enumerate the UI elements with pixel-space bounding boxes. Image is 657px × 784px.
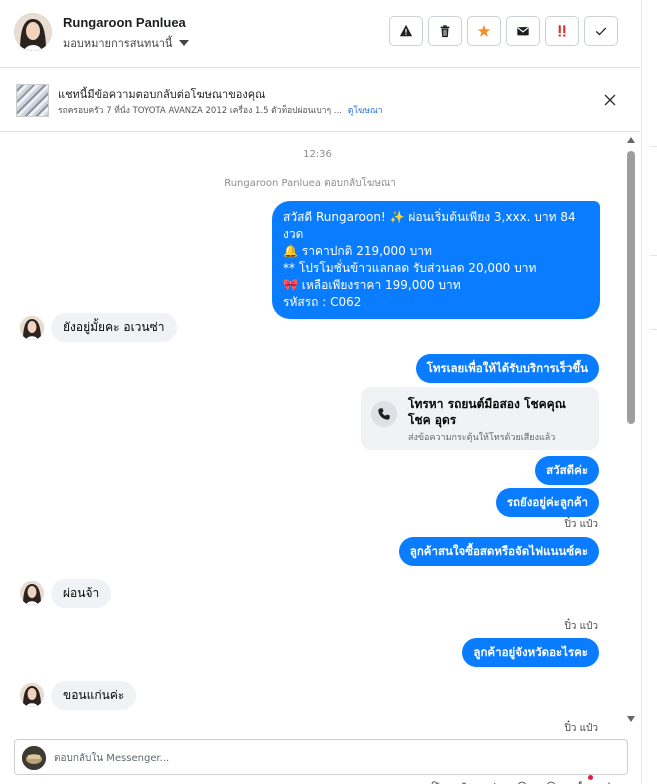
scroll-up-arrow-icon[interactable] [627, 137, 635, 143]
outgoing-message[interactable]: รถยังอยู่ค่ะลูกค้า [495, 488, 599, 517]
promo-line: สวัสดี Rungaroon! ✨ ผ่อนเริ่มต้นเพียง 3,… [283, 210, 576, 241]
notification-dot [588, 775, 593, 780]
divider [650, 146, 657, 147]
incoming-message[interactable]: ขอนแก่นค่ะ [51, 681, 137, 710]
seen-indicator: ปิ๋ว แป๋ว [564, 723, 598, 733]
chat-scrollbar[interactable] [625, 137, 637, 727]
divider [650, 329, 657, 330]
incoming-message[interactable]: ผ่อนจ้า [51, 579, 112, 608]
page-avatar [22, 746, 46, 770]
scroll-down-arrow-icon[interactable] [627, 716, 635, 722]
outgoing-message[interactable]: ลูกค้าอยู่จังหวัดอะไรคะ [462, 638, 599, 667]
bag-icon[interactable] [457, 776, 471, 784]
done-button[interactable] [584, 16, 618, 46]
assign-conversation-dropdown[interactable]: มอบหมายการสนทนานี้ [63, 34, 190, 52]
delete-button[interactable] [428, 16, 462, 46]
right-panel-edge [641, 0, 657, 784]
ad-banner-subtitle: รถครอบครัว 7 ที่นั่ง TOYOTA AVANZA 2012 … [58, 103, 383, 117]
mark-unread-button[interactable] [506, 16, 540, 46]
contact-avatar[interactable] [14, 13, 52, 51]
header-actions [389, 16, 618, 46]
contact-avatar-small[interactable] [20, 316, 44, 340]
contact-avatar-small[interactable] [20, 581, 44, 605]
outgoing-promo-message[interactable]: สวัสดี Rungaroon! ✨ ผ่อนเริ่มต้นเพียง 3,… [272, 201, 600, 319]
ad-thumbnail[interactable] [16, 84, 49, 117]
system-note: Rungaroon Panluea ตอบกลับโฆษณา [224, 178, 396, 189]
like-icon[interactable] [573, 776, 587, 784]
call-card-subtitle: ส่งข้อความกระตุ้นให้โทรด้วยเสียงแล้ว [408, 433, 556, 443]
attachment-icon[interactable] [486, 776, 500, 784]
outgoing-message[interactable]: โทรเลยเพื่อให้ได้รับบริการเร็วขึ้น [415, 354, 599, 383]
promo-line: 🎀 เหลือเพียงราคา 199,000 บาท [283, 278, 461, 292]
seen-indicator: ปิ๋ว แป๋ว [564, 621, 598, 632]
spam-button[interactable] [545, 16, 579, 46]
call-card-title: โทรหา รถยนต์มือสอง โชคคุณโชค อุดร [408, 397, 566, 427]
star-icon [477, 24, 491, 37]
close-icon [604, 94, 616, 106]
message-timestamp: 12:36 [303, 149, 332, 160]
promo-line: ** โปรโมชั่นข้าวแลกลด รับส่วนลด 20,000 บ… [283, 261, 537, 275]
contact-avatar-small[interactable] [20, 683, 44, 707]
reply-input[interactable]: ตอบกลับใน Messenger... [54, 751, 169, 766]
seen-indicator: ปิ๋ว แป๋ว [564, 519, 598, 530]
promo-line: รหัสรถ : C062 [283, 295, 362, 309]
envelope-icon [517, 27, 529, 36]
magic-icon[interactable] [602, 776, 616, 784]
report-button[interactable] [389, 16, 423, 46]
outgoing-message[interactable]: ลูกค้าสนใจซื้อสดหรือจัดไฟแนนซ์คะ [398, 537, 599, 566]
trash-icon [440, 25, 450, 38]
divider [650, 255, 657, 256]
ad-reply-banner: แชทนี้มีข้อความตอบกลับต่อโฆษณาของคุณ รถค… [0, 69, 640, 132]
gif-icon[interactable] [515, 776, 529, 784]
contact-name[interactable]: Rungaroon Panluea [63, 15, 186, 30]
ad-banner-title: แชทนี้มีข้อความตอบกลับต่อโฆษณาของคุณ [58, 88, 266, 101]
call-request-card[interactable]: โทรหา รถยนต์มือสอง โชคคุณโชค อุดร ส่งข้อ… [361, 387, 599, 450]
promo-line: 🔔 ราคาปกติ 219,000 บาท [283, 244, 432, 258]
close-banner-button[interactable] [600, 90, 620, 110]
phone-icon [371, 401, 397, 427]
caret-down-icon [179, 40, 190, 46]
add-person-icon[interactable] [428, 776, 442, 784]
outgoing-message[interactable]: สวัสดีค่ะ [535, 456, 599, 485]
spam-icon [558, 25, 566, 37]
conversation-header: Rungaroon Panluea มอบหมายการสนทนานี้ [0, 0, 640, 68]
view-ad-link[interactable]: ดูโฆษณา [348, 106, 383, 116]
message-thread[interactable]: 12:36 Rungaroon Panluea ตอบกลับโฆษณา สวั… [0, 133, 640, 733]
reply-composer[interactable]: ตอบกลับใน Messenger... [14, 739, 628, 775]
incoming-message[interactable]: ยังอยู่มั้ยคะ อเวนซ่า [51, 313, 177, 342]
assign-label: มอบหมายการสนทนานี้ [63, 37, 173, 50]
star-button[interactable] [467, 16, 501, 46]
ad-description: รถครอบครัว 7 ที่นั่ง TOYOTA AVANZA 2012 … [58, 106, 342, 116]
scrollbar-thumb[interactable] [627, 151, 635, 424]
warning-icon [399, 24, 413, 37]
emoji-icon[interactable] [544, 776, 558, 784]
check-icon [595, 27, 607, 36]
